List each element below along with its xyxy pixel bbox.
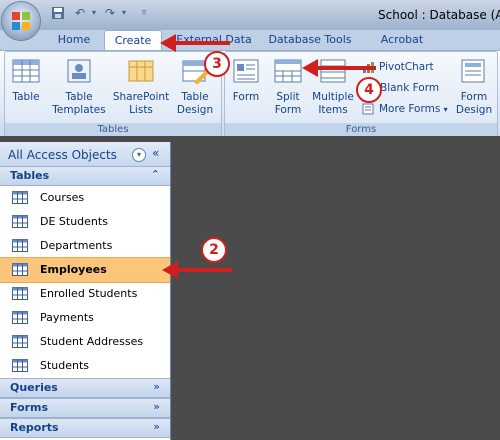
- nav-item-label: Enrolled Students: [40, 287, 138, 300]
- expand-icon[interactable]: »: [153, 400, 160, 413]
- shutter-bar-close-icon[interactable]: «: [152, 146, 159, 160]
- blank-form-button[interactable]: Blank Form: [380, 80, 439, 96]
- pivotchart-label: PivotChart: [379, 61, 434, 73]
- queries-section-label: Queries: [10, 381, 58, 394]
- tab-home[interactable]: Home: [48, 30, 100, 50]
- table-templates-button[interactable]: Table Templates: [48, 58, 110, 117]
- more-forms-icon: [362, 103, 374, 115]
- sharepoint-lists-button[interactable]: SharePoint Lists: [110, 58, 172, 117]
- nav-item-courses[interactable]: Courses: [0, 186, 170, 210]
- table-button-label: Table: [12, 91, 40, 103]
- nav-item-employees[interactable]: Employees: [0, 257, 170, 283]
- nav-item-label: Departments: [40, 239, 113, 252]
- expand-icon[interactable]: »: [153, 420, 160, 433]
- save-icon[interactable]: [50, 6, 66, 20]
- forms-group-label: Forms: [225, 123, 497, 137]
- sharepoint-lists-label: SharePoint Lists: [112, 91, 170, 116]
- nav-item-label: Employees: [40, 263, 107, 276]
- table-icon: [12, 239, 28, 252]
- quick-access-toolbar: ↶ ▾ ↷ ▾ ▿: [46, 5, 158, 23]
- office-logo-icon: [12, 12, 30, 30]
- form-design-icon: [461, 59, 485, 83]
- arrow-to-split-form-icon: [302, 59, 376, 77]
- callout-badge-3: 3: [204, 51, 230, 77]
- sharepoint-lists-icon: [128, 60, 154, 82]
- table-icon: [12, 59, 40, 83]
- nav-item-label: Courses: [40, 191, 85, 204]
- multiple-items-label: Multiple Items: [312, 91, 354, 116]
- customize-qat-icon[interactable]: ▿: [136, 6, 152, 20]
- table-icon: [12, 311, 28, 324]
- workspace-area: [171, 142, 500, 440]
- nav-item-label: Student Addresses: [40, 335, 144, 348]
- undo-dropdown-icon[interactable]: ▾: [86, 6, 102, 20]
- tables-section-header[interactable]: Tables ⌃: [0, 166, 170, 186]
- nav-pane-title[interactable]: All Access Objects: [8, 148, 117, 162]
- nav-menu-dropdown-icon[interactable]: ▾: [132, 148, 146, 162]
- table-icon: [12, 215, 28, 228]
- window-title: School : Database (Acce: [378, 8, 500, 22]
- nav-item-students[interactable]: Students: [0, 354, 170, 378]
- table-templates-icon: [67, 59, 91, 83]
- table-icon: [12, 335, 28, 348]
- form-button[interactable]: Form: [226, 58, 266, 104]
- table-templates-label: Table Templates: [52, 91, 106, 116]
- nav-item-label: Payments: [40, 311, 94, 324]
- split-form-icon: [274, 59, 302, 83]
- table-icon: [12, 359, 28, 372]
- nav-item-student-addresses[interactable]: Student Addresses: [0, 330, 170, 354]
- more-forms-dropdown-icon: ▾: [443, 105, 448, 114]
- table-button[interactable]: Table: [6, 58, 46, 104]
- split-form-label: Split Form: [274, 91, 302, 116]
- form-label: Form: [232, 91, 260, 103]
- forms-section-header[interactable]: Forms »: [0, 398, 170, 418]
- redo-dropdown-icon[interactable]: ▾: [116, 6, 132, 20]
- more-forms-button[interactable]: More Forms ▾: [362, 101, 448, 117]
- tab-database-tools[interactable]: Database Tools: [262, 30, 358, 50]
- more-forms-label: More Forms: [379, 103, 441, 115]
- nav-item-departments[interactable]: Departments: [0, 234, 170, 258]
- table-design-label: Table Design: [176, 91, 214, 116]
- expand-icon[interactable]: »: [153, 380, 160, 393]
- reports-section-header[interactable]: Reports »: [0, 418, 170, 438]
- reports-section-label: Reports: [10, 421, 59, 434]
- tab-create[interactable]: Create: [104, 30, 162, 51]
- form-icon: [233, 59, 259, 83]
- table-icon: [12, 287, 28, 300]
- form-design-button[interactable]: Form Design: [452, 58, 496, 117]
- collapse-icon[interactable]: ⌃: [151, 168, 160, 181]
- forms-section-label: Forms: [10, 401, 49, 414]
- nav-item-label: Students: [40, 359, 90, 372]
- nav-item-label: DE Students: [40, 215, 108, 228]
- form-design-label: Form Design: [455, 91, 493, 116]
- nav-item-enrolled-students[interactable]: Enrolled Students: [0, 282, 170, 306]
- queries-section-header[interactable]: Queries »: [0, 378, 170, 398]
- tables-section-label: Tables: [10, 169, 50, 182]
- table-icon: [12, 191, 28, 204]
- tables-group-label: Tables: [5, 123, 221, 137]
- nav-item-payments[interactable]: Payments: [0, 306, 170, 330]
- nav-item-de-students[interactable]: DE Students: [0, 210, 170, 234]
- tab-acrobat[interactable]: Acrobat: [366, 30, 438, 50]
- office-button[interactable]: [2, 2, 40, 40]
- callout-badge-4: 4: [356, 77, 382, 103]
- arrow-to-employees-icon: [162, 261, 232, 279]
- blank-form-label: Blank Form: [380, 82, 440, 94]
- table-icon: [12, 263, 28, 276]
